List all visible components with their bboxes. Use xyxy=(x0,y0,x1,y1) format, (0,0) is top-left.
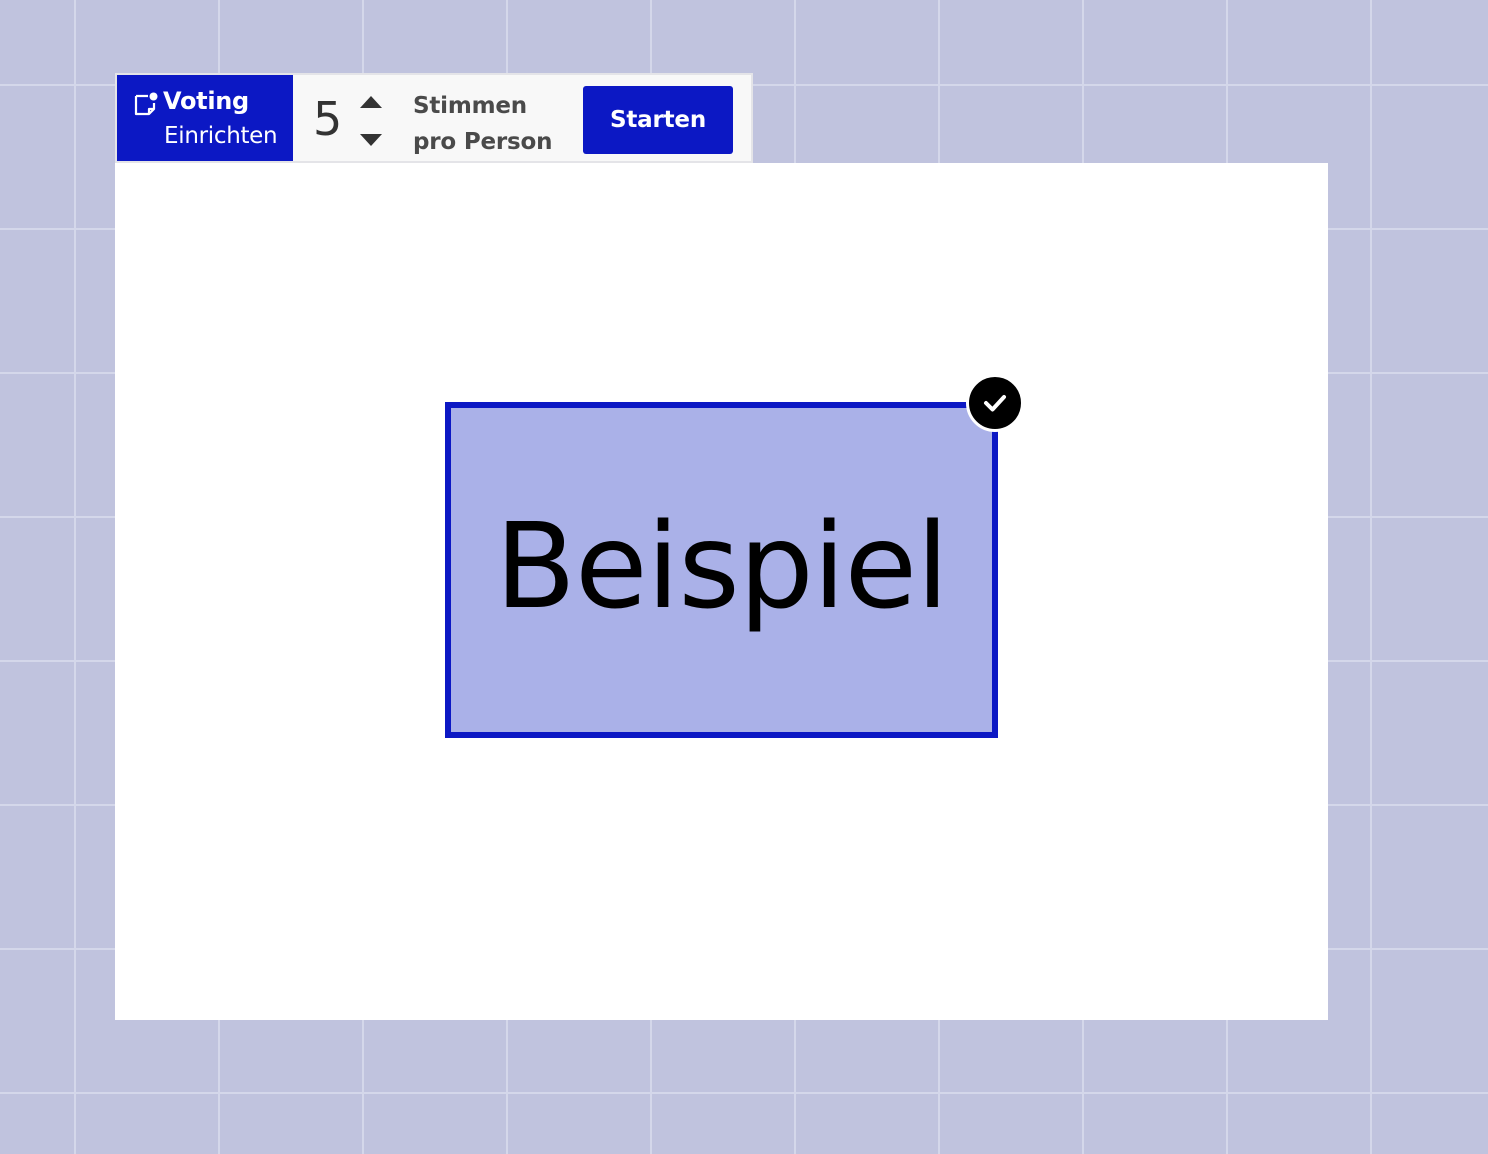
checkmark-icon xyxy=(984,395,1006,412)
voting-setup-panel[interactable]: Voting Einrichten xyxy=(117,75,293,161)
triangle-down-icon[interactable] xyxy=(358,131,384,149)
votes-label-line1: Stimmen xyxy=(413,93,527,119)
votes-label-line2: pro Person xyxy=(413,129,553,155)
card-text: Beispiel xyxy=(495,497,949,635)
selected-badge[interactable] xyxy=(966,374,1024,432)
voting-title: Voting xyxy=(163,87,249,115)
votes-per-person-label: Stimmen pro Person xyxy=(413,88,552,160)
board-canvas[interactable]: Beispiel xyxy=(115,163,1328,1020)
votes-count-value[interactable]: 5 xyxy=(313,91,342,147)
start-button[interactable]: Starten xyxy=(583,86,733,154)
sticky-card[interactable]: Beispiel xyxy=(445,402,998,738)
sticky-note-dot-icon xyxy=(134,92,158,116)
voting-subtitle: Einrichten xyxy=(164,123,278,149)
voting-toolbar: Voting Einrichten 5 Stimmen pro Person S… xyxy=(115,73,753,163)
triangle-up-icon[interactable] xyxy=(358,93,384,111)
